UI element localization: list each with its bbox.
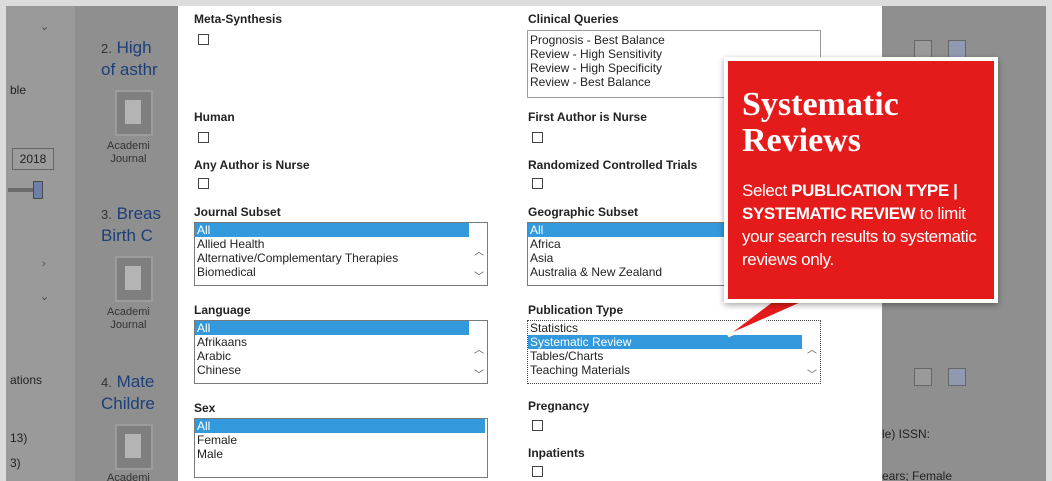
tip-callout: Systematic Reviews Select PUBLICATION TYP…: [724, 57, 998, 303]
callout-title: Systematic Reviews: [742, 86, 899, 159]
page-viewport: ⌄ ble 2018 › ⌄ ations 13) 3) 2. High of …: [6, 6, 1046, 481]
screenshot-frame: ⌄ ble 2018 › ⌄ ations 13) 3) 2. High of …: [0, 0, 1052, 481]
callout-body: Select PUBLICATION TYPE | SYSTEMATIC REV…: [742, 181, 977, 269]
